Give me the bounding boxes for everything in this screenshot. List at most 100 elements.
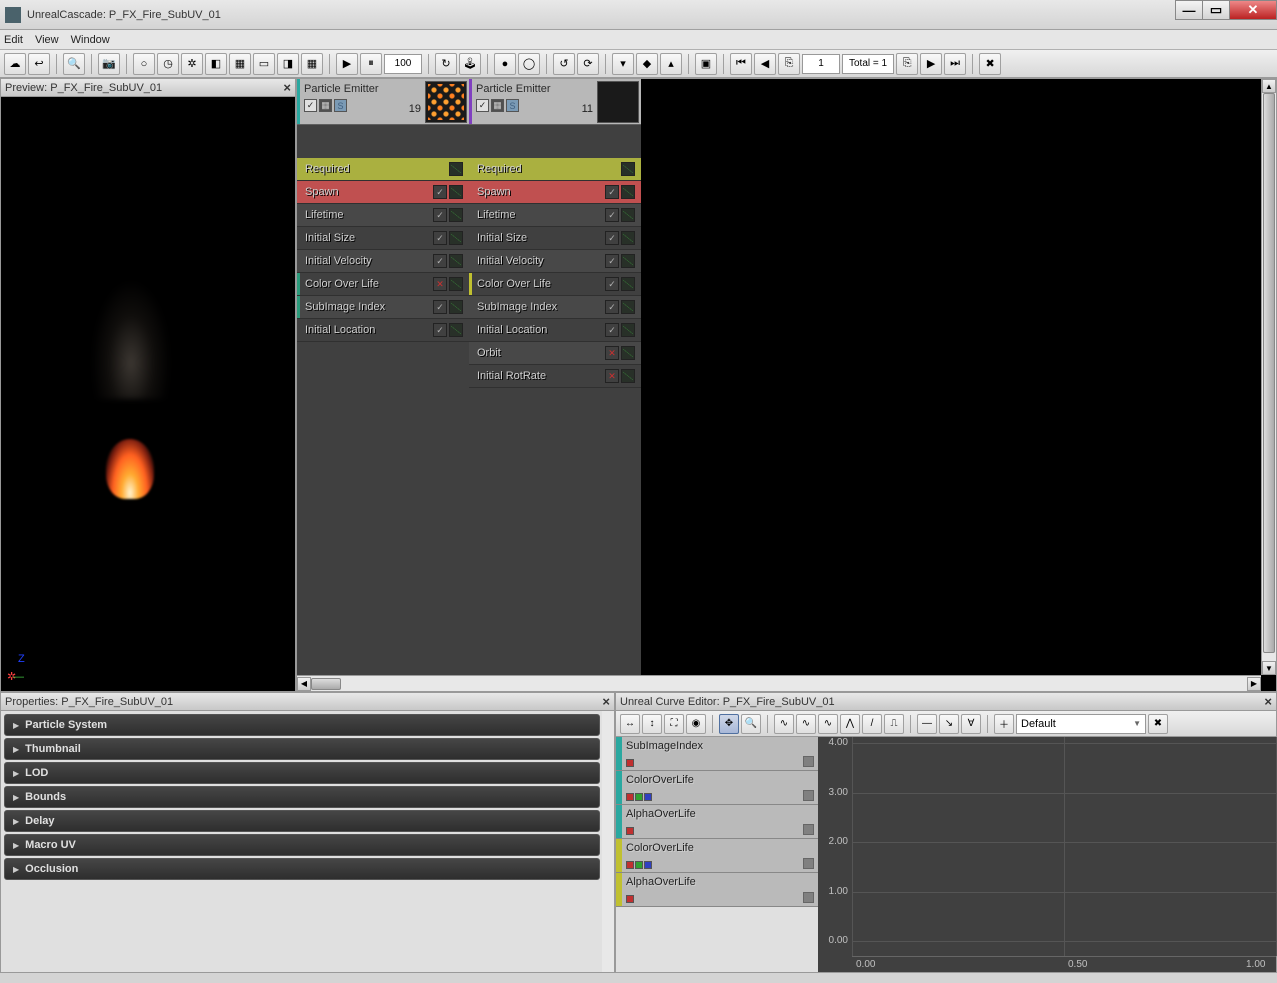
module-graph-icon[interactable] xyxy=(621,323,635,337)
menu-view[interactable]: View xyxy=(35,34,59,46)
module-graph-icon[interactable] xyxy=(621,300,635,314)
module-enabled-checkbox[interactable] xyxy=(433,208,447,222)
module-row[interactable]: Lifetime xyxy=(469,204,641,227)
close-button[interactable]: ✕ xyxy=(1229,0,1277,20)
module-row[interactable]: Initial Location xyxy=(297,319,469,342)
module-row[interactable]: Initial Size xyxy=(297,227,469,250)
flatten-tangents-icon[interactable]: — xyxy=(917,714,937,734)
emitter-header[interactable]: Particle Emitter✓▦S11 xyxy=(469,79,641,125)
property-group[interactable]: Particle System xyxy=(4,714,600,736)
lod-delete-icon[interactable]: ✖ xyxy=(979,53,1001,75)
curve-graph[interactable]: 0.000.501.00 xyxy=(852,737,1276,972)
curve-color-swatch[interactable] xyxy=(644,861,652,869)
module-enabled-checkbox[interactable] xyxy=(433,254,447,268)
lod-next-icon[interactable]: ▶ xyxy=(920,53,942,75)
regen-all-icon[interactable]: ⟳ xyxy=(577,53,599,75)
module-graph-icon[interactable] xyxy=(449,185,463,199)
curve-track-item[interactable]: AlphaOverLife xyxy=(616,873,818,907)
cube-wire-icon[interactable]: ▦ xyxy=(229,53,251,75)
property-group[interactable]: Occlusion xyxy=(4,858,600,880)
curve-track-item[interactable]: ColorOverLife xyxy=(616,771,818,805)
bounds-icon[interactable]: ▭ xyxy=(253,53,275,75)
module-graph-icon[interactable] xyxy=(449,208,463,222)
curve-color-swatch[interactable] xyxy=(635,861,643,869)
module-row[interactable]: Required xyxy=(297,158,469,181)
module-graph-icon[interactable] xyxy=(449,162,463,176)
orbit-icon[interactable]: ○ xyxy=(133,53,155,75)
minimize-button[interactable]: — xyxy=(1175,0,1203,20)
tab-select[interactable]: Default xyxy=(1016,714,1146,734)
module-enabled-checkbox[interactable] xyxy=(433,300,447,314)
maximize-button[interactable]: ▭ xyxy=(1202,0,1230,20)
property-group[interactable]: LOD xyxy=(4,762,600,784)
emitter-render-mode-icon[interactable]: ▦ xyxy=(319,99,332,112)
lod-add-after-icon[interactable]: ⎘ xyxy=(896,53,918,75)
undo-icon[interactable]: ↩ xyxy=(28,53,50,75)
detail-high-icon[interactable]: ▴ xyxy=(660,53,682,75)
sphere-rgb-icon[interactable]: ● xyxy=(494,53,516,75)
emitter-enabled-checkbox[interactable]: ✓ xyxy=(304,99,317,112)
lod-first-icon[interactable]: ⏮ xyxy=(730,53,752,75)
curve-color-swatch[interactable] xyxy=(626,861,634,869)
module-graph-icon[interactable] xyxy=(621,185,635,199)
module-enabled-checkbox[interactable] xyxy=(433,185,447,199)
menu-edit[interactable]: Edit xyxy=(4,34,23,46)
emitter-solo-button[interactable]: S xyxy=(334,99,347,112)
curve-color-swatch[interactable] xyxy=(626,895,634,903)
module-graph-icon[interactable] xyxy=(449,254,463,268)
module-row[interactable]: Initial RotRate xyxy=(469,365,641,388)
tangent-auto-icon[interactable]: ∿ xyxy=(774,714,794,734)
module-graph-icon[interactable] xyxy=(449,300,463,314)
module-graph-icon[interactable] xyxy=(621,162,635,176)
straighten-tangents-icon[interactable]: ↘ xyxy=(939,714,959,734)
lod-current-input[interactable] xyxy=(802,54,840,74)
module-enabled-checkbox[interactable] xyxy=(605,277,619,291)
sphere-wire-icon[interactable]: ◯ xyxy=(518,53,540,75)
preview-panel[interactable]: Preview: P_FX_Fire_SubUV_01 × Z ✲ — xyxy=(0,78,296,692)
tangent-constant-icon[interactable]: ⎍ xyxy=(884,714,904,734)
properties-scrollbar[interactable] xyxy=(602,711,614,972)
search-icon[interactable]: 🔍 xyxy=(63,53,85,75)
curve-track-item[interactable]: SubImageIndex xyxy=(616,737,818,771)
curve-visibility-toggle[interactable] xyxy=(803,824,814,835)
module-row[interactable]: Lifetime xyxy=(297,204,469,227)
lod-prev-icon[interactable]: ◀ xyxy=(754,53,776,75)
curve-color-swatch[interactable] xyxy=(635,793,643,801)
regen-lowest-icon[interactable]: ↺ xyxy=(553,53,575,75)
create-tab-icon[interactable]: ＋ xyxy=(994,714,1014,734)
fit-h-icon[interactable]: ↔ xyxy=(620,714,640,734)
curve-visibility-toggle[interactable] xyxy=(803,790,814,801)
module-row[interactable]: SubImage Index xyxy=(297,296,469,319)
fit-all-icon[interactable]: ⛶ xyxy=(664,714,684,734)
module-row[interactable]: Color Over Life xyxy=(469,273,641,296)
module-row[interactable]: Required xyxy=(469,158,641,181)
detail-low-icon[interactable]: ▾ xyxy=(612,53,634,75)
properties-close-icon[interactable]: × xyxy=(602,694,610,709)
axes-icon[interactable]: ✲ xyxy=(181,53,203,75)
curve-visibility-toggle[interactable] xyxy=(803,892,814,903)
module-graph-icon[interactable] xyxy=(621,369,635,383)
module-graph-icon[interactable] xyxy=(449,277,463,291)
show-all-tangents-icon[interactable]: ∀ xyxy=(961,714,981,734)
emitter-vscrollbar[interactable]: ▲ ▼ xyxy=(1261,79,1276,675)
time-icon[interactable]: ◷ xyxy=(157,53,179,75)
curve-close-icon[interactable]: × xyxy=(1264,694,1272,709)
module-row[interactable]: Initial Velocity xyxy=(297,250,469,273)
module-graph-icon[interactable] xyxy=(449,323,463,337)
sim-speed-input[interactable] xyxy=(384,54,422,74)
loop-icon[interactable]: ↻ xyxy=(435,53,457,75)
emitter-solo-button[interactable]: S xyxy=(506,99,519,112)
menu-window[interactable]: Window xyxy=(71,34,110,46)
zoom-mode-icon[interactable]: 🔍 xyxy=(741,714,761,734)
delete-tab-icon[interactable]: ✖ xyxy=(1148,714,1168,734)
module-graph-icon[interactable] xyxy=(621,346,635,360)
detail-med-icon[interactable]: ◆ xyxy=(636,53,658,75)
tangent-auto-clamped-icon[interactable]: ∿ xyxy=(796,714,816,734)
property-group[interactable]: Macro UV xyxy=(4,834,600,856)
emitter-header[interactable]: Particle Emitter✓▦S19 xyxy=(297,79,469,125)
module-graph-icon[interactable] xyxy=(621,277,635,291)
grid-icon[interactable]: ▦ xyxy=(301,53,323,75)
curve-color-swatch[interactable] xyxy=(644,793,652,801)
postprocess-icon[interactable]: ◨ xyxy=(277,53,299,75)
preview-close-icon[interactable]: × xyxy=(283,80,291,95)
